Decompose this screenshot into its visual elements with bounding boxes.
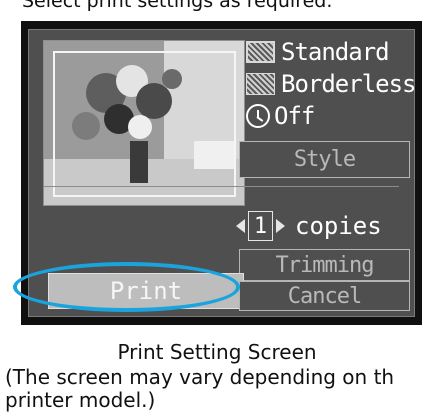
- borderless-icon: [246, 73, 275, 95]
- trimming-button[interactable]: Trimming: [239, 249, 410, 281]
- copies-count[interactable]: 1: [248, 211, 273, 241]
- date-label: Off: [274, 102, 315, 130]
- date-option[interactable]: Off: [246, 100, 315, 132]
- paper-size-option[interactable]: Standard: [246, 36, 390, 68]
- copies-selector[interactable]: 1 copies: [236, 207, 382, 245]
- figure-note-line1: (The screen may vary depending on th: [5, 366, 395, 389]
- print-area-border: [53, 51, 236, 197]
- copies-label: copies: [295, 212, 382, 240]
- increase-arrow-icon[interactable]: [276, 219, 285, 233]
- figure-note: (The screen may vary depending on th pri…: [5, 366, 434, 412]
- paper-size-label: Standard: [281, 38, 390, 66]
- paper-size-icon: [246, 41, 275, 63]
- style-button[interactable]: Style: [239, 141, 410, 178]
- border-label: Borderless: [281, 70, 416, 98]
- divider: [43, 186, 399, 187]
- instruction-text: Select print settings as required.: [22, 0, 333, 12]
- decrease-arrow-icon[interactable]: [236, 219, 245, 233]
- figure-caption: Print Setting Screen: [117, 340, 317, 364]
- cancel-button[interactable]: Cancel: [239, 281, 410, 311]
- highlight-ring: [13, 262, 240, 312]
- border-option[interactable]: Borderless: [246, 68, 416, 100]
- clock-icon: [246, 104, 270, 128]
- photo-preview: [43, 40, 245, 206]
- figure-note-line2: printer model.): [5, 388, 156, 412]
